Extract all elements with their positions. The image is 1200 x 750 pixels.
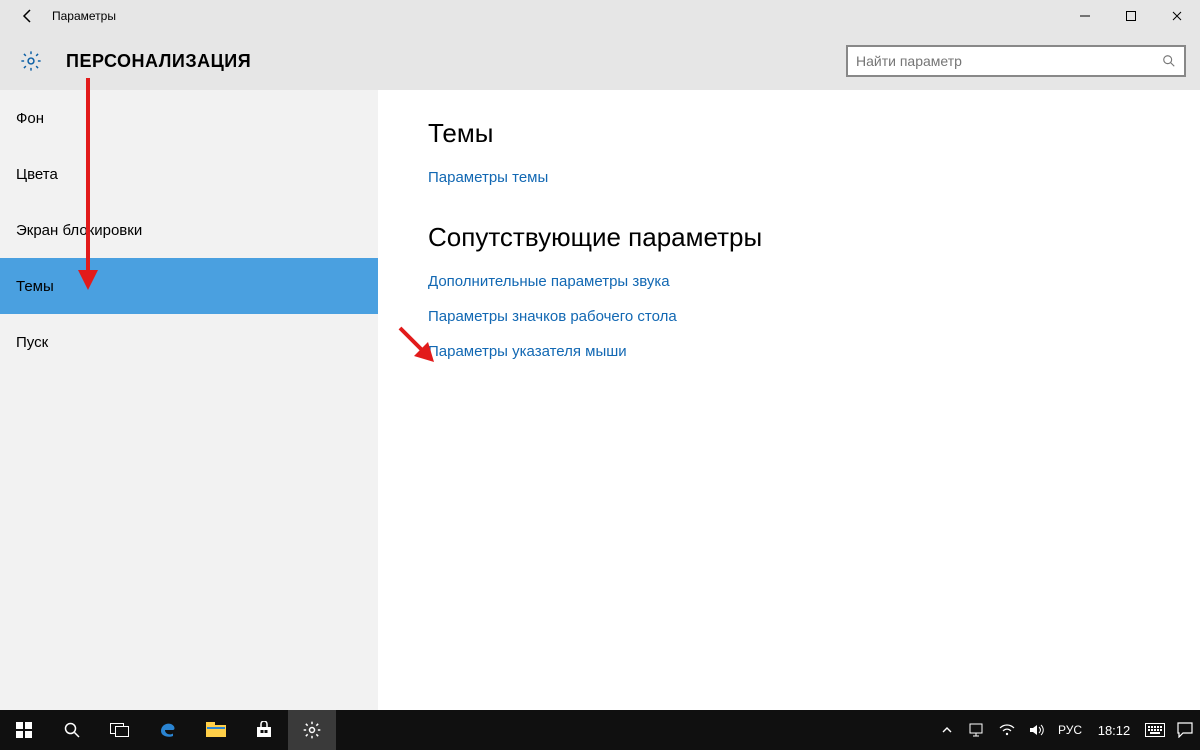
store-icon[interactable] — [240, 710, 288, 750]
window-title: Параметры — [48, 9, 116, 23]
sidebar: Фон Цвета Экран блокировки Темы Пуск — [0, 90, 378, 710]
sidebar-item-label: Пуск — [16, 334, 48, 351]
sidebar-item-label: Цвета — [16, 166, 58, 183]
file-explorer-icon[interactable] — [192, 710, 240, 750]
system-tray: РУС 18:12 — [932, 710, 1200, 750]
taskbar-search-icon[interactable] — [48, 710, 96, 750]
search-icon — [1162, 54, 1176, 68]
main-content: Темы Параметры темы Сопутствующие параме… — [378, 90, 1200, 710]
section-title-related: Сопутствующие параметры — [428, 222, 1200, 253]
tray-network-icon[interactable] — [962, 710, 992, 750]
edge-icon[interactable] — [144, 710, 192, 750]
search-input[interactable] — [856, 53, 1162, 69]
section-title-themes: Темы — [428, 118, 1200, 149]
minimize-button[interactable] — [1062, 0, 1108, 32]
gear-icon — [18, 50, 44, 72]
action-center-icon[interactable] — [1170, 710, 1200, 750]
sidebar-item-themes[interactable]: Темы — [0, 258, 378, 314]
link-desktop-icons[interactable]: Параметры значков рабочего стола — [428, 308, 1200, 325]
close-button[interactable] — [1154, 0, 1200, 32]
tray-chevron-up-icon[interactable] — [932, 710, 962, 750]
settings-taskbar-icon[interactable] — [288, 710, 336, 750]
link-mouse-pointer[interactable]: Параметры указателя мыши — [428, 343, 1200, 360]
start-button[interactable] — [0, 710, 48, 750]
sidebar-item-label: Фон — [16, 110, 44, 127]
sidebar-item-colors[interactable]: Цвета — [0, 146, 378, 202]
tray-keyboard-icon[interactable] — [1140, 710, 1170, 750]
sidebar-item-background[interactable]: Фон — [0, 90, 378, 146]
sidebar-item-lockscreen[interactable]: Экран блокировки — [0, 202, 378, 258]
taskbar: РУС 18:12 — [0, 710, 1200, 750]
sidebar-item-label: Экран блокировки — [16, 222, 142, 239]
back-button[interactable] — [8, 0, 48, 32]
tray-language-icon[interactable]: РУС — [1052, 710, 1088, 750]
titlebar: Параметры — [0, 0, 1200, 32]
sidebar-item-start[interactable]: Пуск — [0, 314, 378, 370]
taskview-icon[interactable] — [96, 710, 144, 750]
sidebar-item-label: Темы — [16, 278, 54, 295]
header: ПЕРСОНАЛИЗАЦИЯ — [0, 32, 1200, 90]
maximize-button[interactable] — [1108, 0, 1154, 32]
search-input-wrap[interactable] — [846, 45, 1186, 77]
page-title: ПЕРСОНАЛИЗАЦИЯ — [66, 51, 251, 72]
tray-clock[interactable]: 18:12 — [1088, 710, 1140, 750]
link-theme-settings[interactable]: Параметры темы — [428, 169, 1200, 186]
link-advanced-sound[interactable]: Дополнительные параметры звука — [428, 273, 1200, 290]
tray-volume-icon[interactable] — [1022, 710, 1052, 750]
tray-wifi-icon[interactable] — [992, 710, 1022, 750]
